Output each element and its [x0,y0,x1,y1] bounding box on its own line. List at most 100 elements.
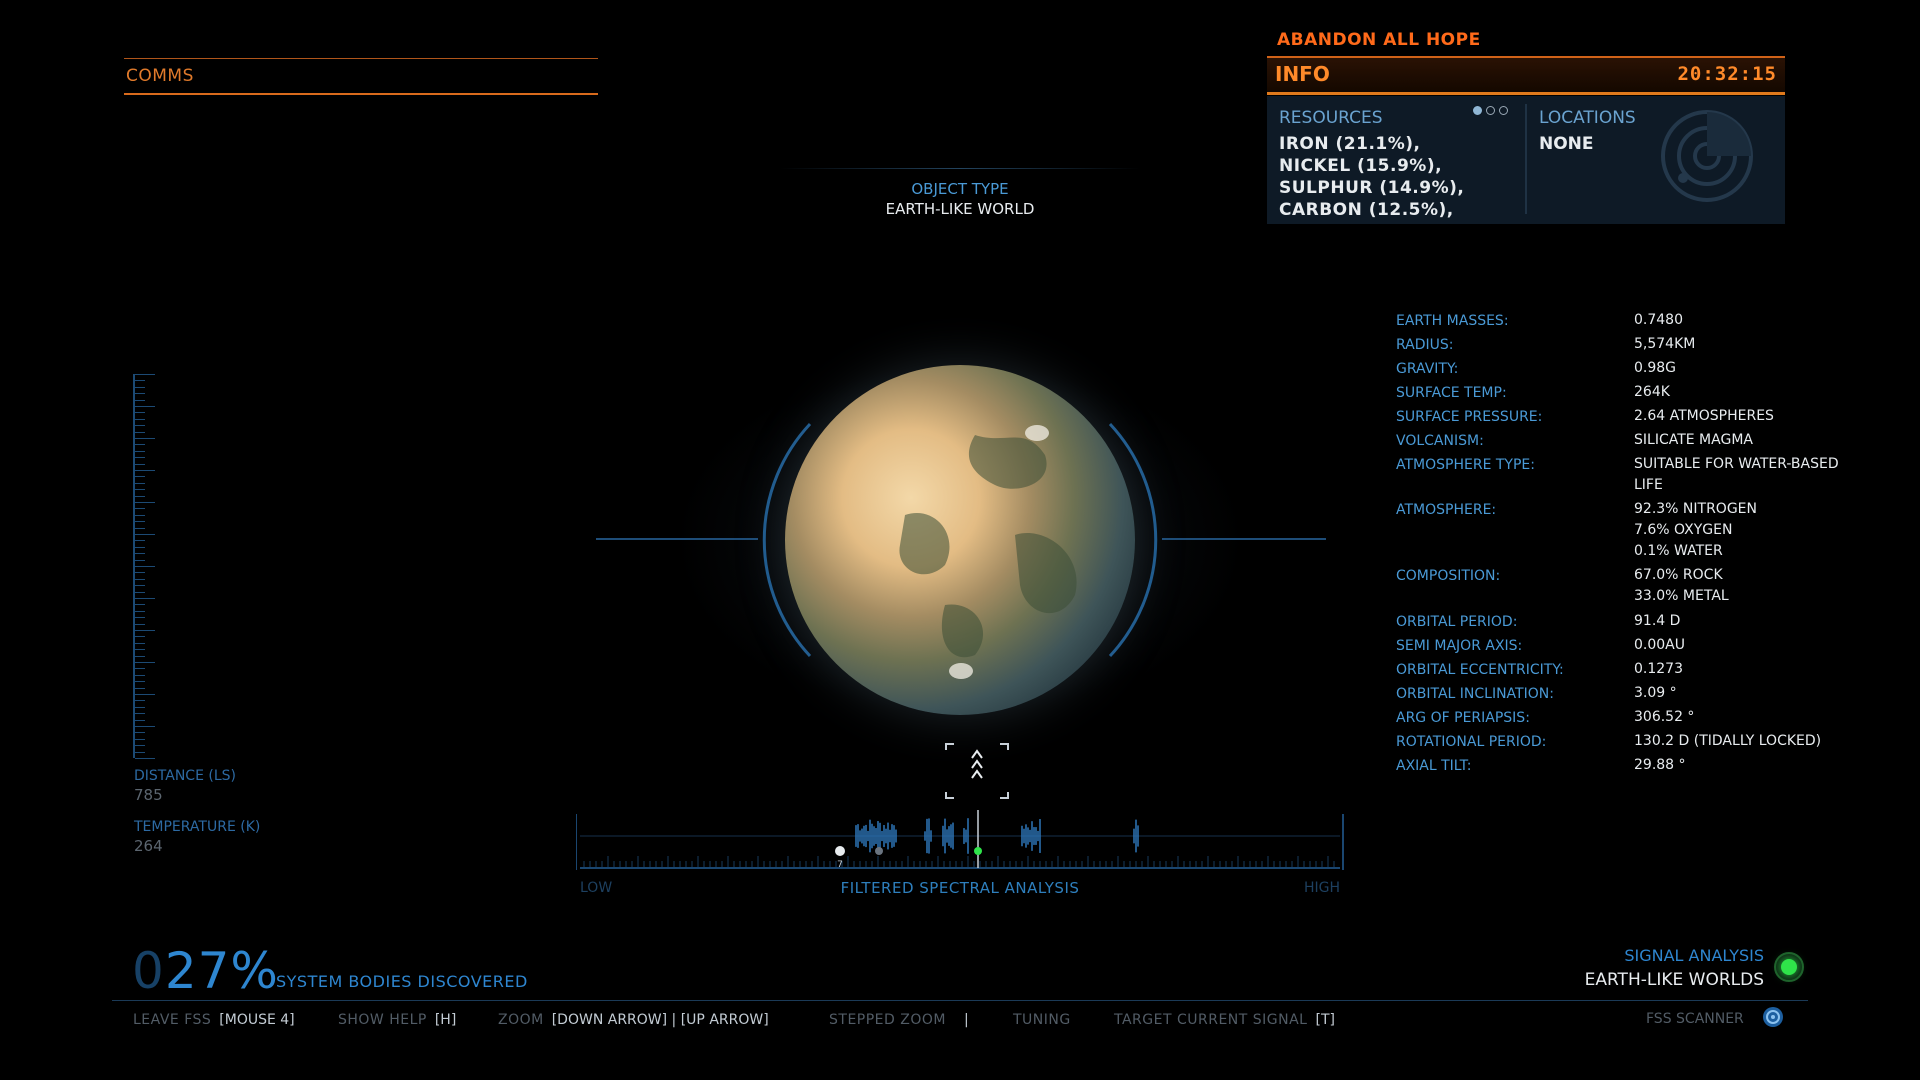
ruler-tick [135,738,145,740]
ruler-tick [135,553,145,555]
signal-analysis-label: SIGNAL ANALYSIS [1624,946,1764,965]
help-key-label: ZOOM [498,1012,544,1028]
ruler-tick [135,559,145,561]
distance-value: 785 [134,786,163,804]
prop-label: ARG OF PERIAPSIS: [1396,710,1530,726]
fss-scanner-label: FSS SCANNER [1646,1011,1744,1027]
temperature-value: 264 [134,837,163,855]
prop-label: SURFACE TEMP: [1396,385,1507,401]
locations-header: LOCATIONS [1539,108,1636,128]
ruler-tick [135,476,145,478]
help-leave-fss[interactable]: LEAVE FSS [MOUSE 4] [133,1012,295,1028]
ruler-tick [135,457,145,459]
ruler-tick [135,642,145,644]
ruler-tick [135,386,145,388]
discovery-percentage: 027% [132,942,279,1000]
prop-value: 3.09 ° [1634,685,1677,701]
signal-marker-number: 7 [837,860,843,870]
help-stepped-zoom[interactable]: STEPPED ZOOM | [829,1012,969,1028]
ruler-tick [135,502,155,503]
ruler-tick [135,463,145,465]
page-indicator[interactable] [1473,100,1512,119]
prop-value: SUITABLE FOR WATER-BASED [1634,456,1839,472]
ruler-tick [135,655,145,657]
ruler-tick [135,399,145,401]
prop-value: 0.1% WATER [1634,543,1723,559]
ruler-tick [135,706,145,708]
ruler-tick [135,687,145,689]
discovery-percentage-value: 27% [164,942,279,1000]
help-key-label: TUNING [1013,1012,1071,1028]
signal-marker-white[interactable] [835,846,845,856]
ship-name: ABANDON ALL HOPE [1277,30,1481,50]
distance-label: DISTANCE (LS) [134,768,236,784]
ruler-tick [135,668,145,670]
ruler-tick [135,630,155,631]
signal-status-light [1774,952,1804,982]
signal-marker-green[interactable] [974,847,982,855]
ruler-tick [135,444,145,446]
ruler-tick [135,540,145,542]
ruler-tick [135,546,145,548]
signal-analysis-value: EARTH-LIKE WORLDS [1584,970,1764,990]
resources-header: RESOURCES [1279,108,1383,128]
info-header[interactable]: INFO 20:32:15 [1267,56,1785,95]
comms-label: COMMS [126,66,194,86]
ruler-tick [135,418,145,420]
prop-label: ORBITAL ECCENTRICITY: [1396,662,1564,678]
ruler-tick [135,450,145,452]
ruler-tick [135,393,145,395]
spectrum-high-label: HIGH [1304,880,1341,896]
help-key-label: SHOW HELP [338,1012,427,1028]
discovery-percentage-leading-zero: 0 [132,942,165,1000]
signal-marker-grey[interactable] [875,847,883,855]
ruler-tick [135,566,155,567]
tuning-reticle[interactable] [940,740,1014,802]
spectral-analysis-graph[interactable]: 7 [576,810,1344,870]
prop-label: RADIUS: [1396,337,1454,353]
prop-value: 33.0% METAL [1634,588,1729,604]
prop-value: 0.00AU [1634,637,1685,653]
prop-value: 306.52 ° [1634,709,1695,725]
prop-label: ROTATIONAL PERIOD: [1396,734,1547,750]
page-dot[interactable] [1486,106,1495,115]
spectrum-title: FILTERED SPECTRAL ANALYSIS [840,879,1080,897]
radar-icon [1661,110,1753,202]
ruler-tick [135,406,155,407]
ruler-tick [135,681,145,683]
ruler-tick [135,604,145,606]
ruler-tick [135,425,145,427]
divider [112,1000,1808,1001]
help-target-signal[interactable]: TARGET CURRENT SIGNAL [T] [1114,1012,1335,1028]
prop-label: ATMOSPHERE TYPE: [1396,457,1535,473]
ruler-tick [135,751,145,753]
ruler-tick [135,489,145,491]
prop-value: 7.6% OXYGEN [1634,522,1733,538]
help-tuning[interactable]: TUNING [1013,1012,1079,1028]
page-dot-active[interactable] [1473,106,1482,115]
spectrum-ticks [583,856,1335,867]
ruler-tick [135,412,145,414]
ruler-tick [135,470,155,471]
prop-label: SEMI MAJOR AXIS: [1396,638,1523,654]
help-key-label: STEPPED ZOOM [829,1012,946,1028]
prop-value: 2.64 ATMOSPHERES [1634,408,1774,424]
ruler-tick [135,745,145,747]
ruler-tick [135,534,155,535]
ruler-tick [135,495,145,497]
page-dot[interactable] [1499,106,1508,115]
ruler-tick [135,514,145,516]
prop-value: 29.88 ° [1634,757,1686,773]
info-panel: RESOURCES IRON (21.1%), NICKEL (15.9%), … [1267,96,1785,224]
ruler-tick [135,662,155,663]
object-type-value: EARTH-LIKE WORLD [885,200,1035,218]
ruler-tick [135,732,145,734]
help-show-help[interactable]: SHOW HELP [H] [338,1012,456,1028]
ruler-tick [135,674,145,676]
help-key-binding: | [963,1012,969,1028]
ruler-tick [135,610,145,612]
comms-panel[interactable]: COMMS [124,58,598,95]
prop-value: SILICATE MAGMA [1634,432,1753,448]
help-zoom[interactable]: ZOOM [DOWN ARROW] | [UP ARROW] [498,1012,769,1028]
ruler-tick [135,431,145,433]
